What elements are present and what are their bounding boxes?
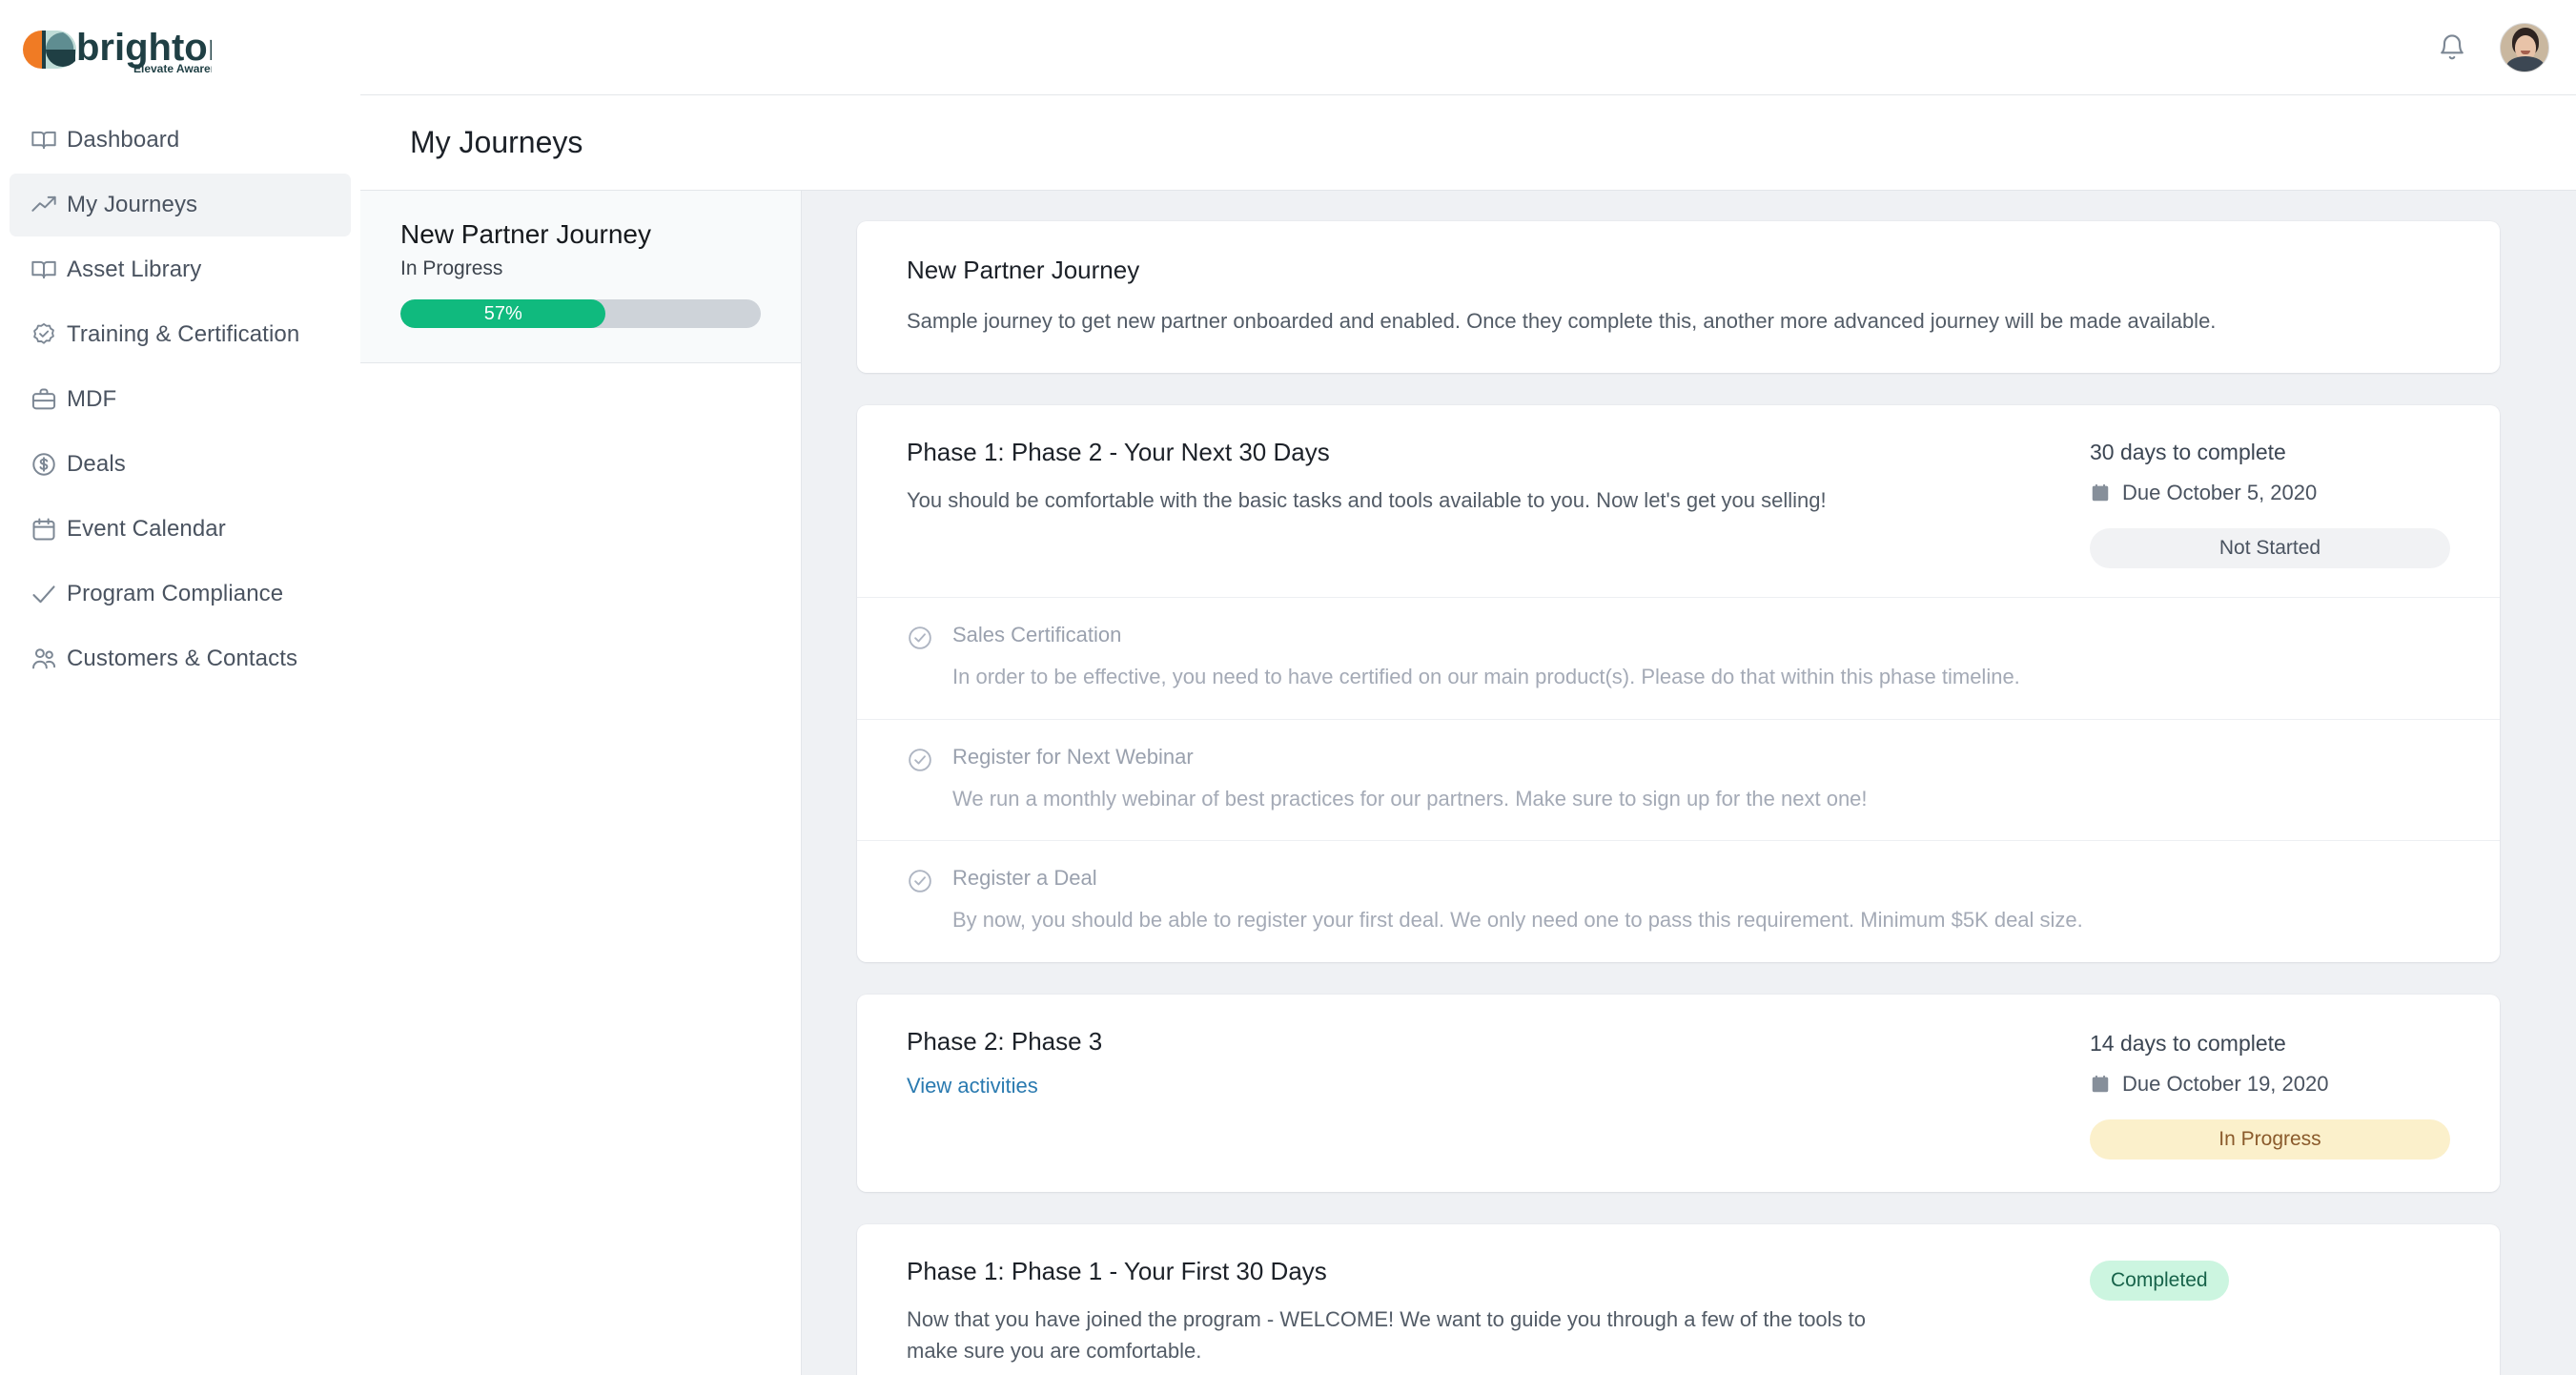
journey-detail-main: New Partner Journey Sample journey to ge… [802, 191, 2576, 1375]
status-badge: Completed [2090, 1261, 2229, 1301]
journey-summary-card: New Partner Journey Sample journey to ge… [857, 221, 2500, 373]
phase-days-to-complete: 30 days to complete [2090, 440, 2450, 465]
brighton-logo-mark: brighton Elevate Awareness [21, 18, 212, 77]
task-description: In order to be effective, you need to ha… [952, 663, 2450, 692]
book-open-icon [31, 127, 67, 154]
task-title: Register for Next Webinar [952, 745, 2450, 770]
sidebar-nav: Dashboard My Journeys Asset Library Trai… [0, 95, 360, 690]
sidebar-item-label: Deals [67, 451, 126, 478]
calendar-icon [2090, 1074, 2111, 1095]
journey-status: In Progress [400, 257, 761, 280]
brand-logo[interactable]: brighton Elevate Awareness [0, 0, 360, 95]
phase-title: Phase 1: Phase 1 - Your First 30 Days [907, 1257, 2067, 1286]
phase-card: Phase 2: Phase 3 View activities 14 days… [857, 995, 2500, 1192]
sidebar-item-label: Training & Certification [67, 321, 299, 348]
sidebar-item-program-compliance[interactable]: Program Compliance [10, 563, 351, 626]
sidebar-item-label: My Journeys [67, 192, 197, 218]
journey-summary-title: New Partner Journey [907, 256, 2450, 285]
avatar-smile [2521, 51, 2530, 54]
circle-check-icon [907, 745, 952, 814]
phase-title: Phase 2: Phase 3 [907, 1027, 2067, 1057]
task-title: Register a Deal [952, 866, 2450, 891]
content-row: New Partner Journey In Progress 57% New … [360, 191, 2576, 1375]
sidebar-item-label: Dashboard [67, 127, 179, 154]
badge-check-icon [31, 321, 67, 348]
task-row[interactable]: Register for Next Webinar We run a month… [857, 719, 2500, 841]
sidebar: brighton Elevate Awareness Dashboard My … [0, 0, 360, 1375]
page-title-bar: My Journeys [360, 95, 2576, 191]
trending-up-icon [31, 192, 67, 218]
sidebar-item-deals[interactable]: Deals [10, 433, 351, 496]
journey-list-item[interactable]: New Partner Journey In Progress 57% [360, 191, 801, 363]
task-title: Sales Certification [952, 623, 2450, 647]
phase-days-to-complete: 14 days to complete [2090, 1031, 2450, 1057]
phase-due-date: Due October 19, 2020 [2122, 1072, 2328, 1097]
top-bar [360, 0, 2576, 95]
phase-card: Phase 1: Phase 2 - Your Next 30 Days You… [857, 405, 2500, 962]
sidebar-item-mdf[interactable]: MDF [10, 368, 351, 431]
users-icon [31, 646, 67, 672]
journey-progress-fill: 57% [400, 299, 605, 328]
phase-description: Now that you have joined the program - W… [907, 1303, 1879, 1366]
sidebar-item-asset-library[interactable]: Asset Library [10, 238, 351, 301]
sidebar-item-label: Customers & Contacts [67, 646, 297, 672]
task-row[interactable]: Sales Certification In order to be effec… [857, 597, 2500, 719]
journey-progress-bar: 57% [400, 299, 761, 328]
app-root: brighton Elevate Awareness Dashboard My … [0, 0, 2576, 1375]
avatar[interactable] [2500, 23, 2549, 72]
task-row[interactable]: Register a Deal By now, you should be ab… [857, 840, 2500, 962]
svg-text:Elevate Awareness: Elevate Awareness [133, 62, 212, 75]
sidebar-item-customers-contacts[interactable]: Customers & Contacts [10, 627, 351, 690]
circle-check-icon [907, 623, 952, 692]
sidebar-item-label: Asset Library [67, 257, 201, 283]
phase-due-row: Due October 5, 2020 [2090, 481, 2450, 505]
sidebar-item-label: Program Compliance [67, 581, 283, 607]
journey-progress-label: 57% [484, 303, 522, 325]
task-description: We run a monthly webinar of best practic… [952, 785, 2450, 814]
bell-icon[interactable] [2437, 32, 2467, 63]
right-region: My Journeys New Partner Journey In Progr… [360, 0, 2576, 1375]
calendar-icon [31, 516, 67, 543]
task-description: By now, you should be able to register y… [952, 906, 2450, 935]
journey-summary-description: Sample journey to get new partner onboar… [907, 306, 2450, 337]
sidebar-item-label: MDF [67, 386, 116, 413]
logo-svg: brighton Elevate Awareness [21, 18, 212, 77]
sidebar-item-my-journeys[interactable]: My Journeys [10, 174, 351, 236]
phase-card: Phase 1: Phase 1 - Your First 30 Days No… [857, 1224, 2500, 1375]
phase-title: Phase 1: Phase 2 - Your Next 30 Days [907, 438, 2067, 467]
view-activities-link[interactable]: View activities [907, 1074, 1038, 1098]
phase-due-row: Due October 19, 2020 [2090, 1072, 2450, 1097]
book-open-icon [31, 257, 67, 283]
check-icon [31, 581, 67, 607]
dollar-circle-icon [31, 451, 67, 478]
sidebar-item-dashboard[interactable]: Dashboard [10, 109, 351, 172]
phase-due-date: Due October 5, 2020 [2122, 481, 2317, 505]
briefcase-icon [31, 386, 67, 413]
status-badge: Not Started [2090, 528, 2450, 568]
calendar-icon [2090, 482, 2111, 503]
circle-check-icon [907, 866, 952, 935]
journey-list-panel: New Partner Journey In Progress 57% [360, 191, 802, 1375]
avatar-body [2506, 56, 2545, 72]
phase-description: You should be comfortable with the basic… [907, 484, 2067, 516]
page-title: My Journeys [410, 125, 583, 160]
sidebar-item-event-calendar[interactable]: Event Calendar [10, 498, 351, 561]
sidebar-item-training-certification[interactable]: Training & Certification [10, 303, 351, 366]
journey-name: New Partner Journey [400, 219, 761, 250]
status-badge: In Progress [2090, 1119, 2450, 1160]
sidebar-item-label: Event Calendar [67, 516, 226, 543]
